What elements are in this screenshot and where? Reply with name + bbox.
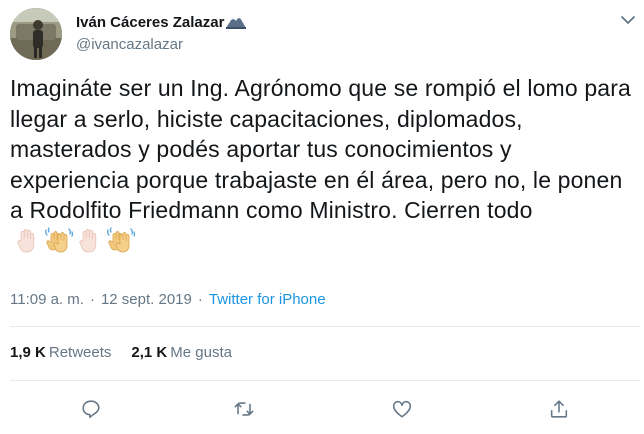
raised-hand-emoji-icon — [17, 228, 35, 252]
author-names: Iván Cáceres Zalazar @ivancazalazar — [76, 13, 247, 55]
tweet-header: Iván Cáceres Zalazar @ivancazalazar — [10, 8, 640, 62]
retweet-button[interactable] — [231, 396, 257, 422]
retweets-count: 1,9 K — [10, 344, 46, 361]
tweet-text-content: Imagináte ser un Ing. Agrónomo que se ro… — [10, 75, 631, 223]
tweet-card: Iván Cáceres Zalazar @ivancazalazar Imag… — [0, 0, 644, 434]
meta-separator: · — [197, 291, 203, 308]
tweet-source-link[interactable]: Twitter for iPhone — [209, 291, 326, 308]
share-icon — [550, 400, 568, 418]
tweet-meta: 11:09 a. m. · 12 sept. 2019 · Twitter for iP… — [10, 290, 326, 310]
retweets-stat[interactable]: 1,9 K Retweets — [10, 343, 111, 363]
raised-hand-emoji-icon — [79, 228, 97, 252]
reply-icon — [82, 400, 100, 419]
likes-count: 2,1 K — [131, 344, 168, 361]
divider — [10, 326, 640, 327]
tweet-time[interactable]: 11:09 a. m. — [10, 291, 84, 308]
retweets-label: Retweets — [48, 344, 112, 361]
divider — [10, 380, 640, 381]
waving-hands-emoji-icon — [45, 226, 74, 252]
tweet-actions — [0, 392, 644, 426]
handle[interactable]: @ivancazalazar — [76, 35, 246, 55]
chevron-down-icon[interactable] — [618, 12, 638, 28]
meta-separator: · — [89, 291, 95, 308]
tweet-stats: 1,9 K Retweets 2,1 K Me gusta — [10, 343, 252, 363]
retweet-icon — [234, 402, 254, 416]
share-button[interactable] — [546, 396, 572, 422]
waving-hands-emoji-icon — [107, 226, 136, 252]
display-name[interactable]: Iván Cáceres Zalazar — [76, 14, 224, 32]
reply-button[interactable] — [78, 396, 104, 422]
likes-label: Me gusta — [170, 344, 232, 361]
like-button[interactable] — [389, 396, 415, 422]
avatar[interactable] — [10, 8, 62, 60]
mountain-eagle-emoji-icon — [226, 13, 247, 34]
tweet-date[interactable]: 12 sept. 2019 — [101, 291, 192, 308]
likes-stat[interactable]: 2,1 K Me gusta — [131, 343, 232, 363]
emoji-row — [16, 226, 140, 262]
tweet-text: Imagináte ser un Ing. Agrónomo que se ro… — [10, 73, 635, 261]
heart-icon — [392, 400, 412, 418]
